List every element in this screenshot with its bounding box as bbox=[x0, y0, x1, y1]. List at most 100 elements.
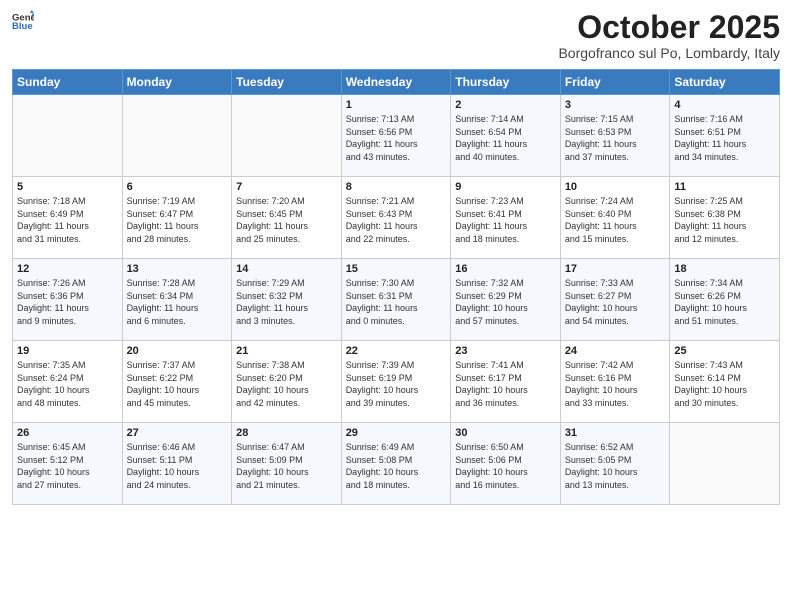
calendar-cell: 11 Sunrise: 7:25 AM Sunset: 6:38 PM Dayli… bbox=[670, 177, 780, 259]
day-number: 19 bbox=[17, 345, 118, 357]
cell-info-text: Sunrise: 7:34 AM Sunset: 6:26 PM Dayligh… bbox=[674, 277, 775, 327]
cell-info-text: Sunrise: 7:23 AM Sunset: 6:41 PM Dayligh… bbox=[455, 195, 556, 245]
day-number: 26 bbox=[17, 427, 118, 439]
day-number: 4 bbox=[674, 99, 775, 111]
cell-info-text: Sunrise: 7:38 AM Sunset: 6:20 PM Dayligh… bbox=[236, 359, 337, 409]
calendar-cell: 21 Sunrise: 7:38 AM Sunset: 6:20 PM Dayli… bbox=[232, 341, 342, 423]
day-number: 24 bbox=[565, 345, 666, 357]
calendar-cell: 14 Sunrise: 7:29 AM Sunset: 6:32 PM Dayli… bbox=[232, 259, 342, 341]
day-number: 27 bbox=[127, 427, 228, 439]
weekday-header-row: SundayMondayTuesdayWednesdayThursdayFrid… bbox=[13, 70, 780, 95]
day-number: 31 bbox=[565, 427, 666, 439]
weekday-header-friday: Friday bbox=[560, 70, 670, 95]
day-number: 25 bbox=[674, 345, 775, 357]
cell-info-text: Sunrise: 7:20 AM Sunset: 6:45 PM Dayligh… bbox=[236, 195, 337, 245]
calendar-cell: 24 Sunrise: 7:42 AM Sunset: 6:16 PM Dayli… bbox=[560, 341, 670, 423]
cell-info-text: Sunrise: 7:26 AM Sunset: 6:36 PM Dayligh… bbox=[17, 277, 118, 327]
cell-info-text: Sunrise: 7:24 AM Sunset: 6:40 PM Dayligh… bbox=[565, 195, 666, 245]
cell-info-text: Sunrise: 6:46 AM Sunset: 5:11 PM Dayligh… bbox=[127, 441, 228, 491]
calendar-cell: 28 Sunrise: 6:47 AM Sunset: 5:09 PM Dayli… bbox=[232, 423, 342, 505]
page-container: General Blue October 2025 Borgofranco su… bbox=[0, 0, 792, 513]
cell-info-text: Sunrise: 7:29 AM Sunset: 6:32 PM Dayligh… bbox=[236, 277, 337, 327]
day-number: 5 bbox=[17, 181, 118, 193]
calendar-week-row: 12Sunrise: 7:26 AM Sunset: 6:36 PM Dayli… bbox=[13, 259, 780, 341]
weekday-header-thursday: Thursday bbox=[451, 70, 561, 95]
header: General Blue October 2025 Borgofranco su… bbox=[12, 10, 780, 61]
cell-info-text: Sunrise: 7:43 AM Sunset: 6:14 PM Dayligh… bbox=[674, 359, 775, 409]
day-number: 9 bbox=[455, 181, 556, 193]
calendar-cell: 10 Sunrise: 7:24 AM Sunset: 6:40 PM Dayli… bbox=[560, 177, 670, 259]
cell-info-text: Sunrise: 7:37 AM Sunset: 6:22 PM Dayligh… bbox=[127, 359, 228, 409]
calendar-week-row: 1 Sunrise: 7:13 AM Sunset: 6:56 PM Daylig… bbox=[13, 95, 780, 177]
calendar-cell: 23 Sunrise: 7:41 AM Sunset: 6:17 PM Dayli… bbox=[451, 341, 561, 423]
cell-info-text: Sunrise: 7:39 AM Sunset: 6:19 PM Dayligh… bbox=[346, 359, 447, 409]
day-number: 15 bbox=[346, 263, 447, 275]
svg-text:Blue: Blue bbox=[12, 21, 33, 32]
day-number: 29 bbox=[346, 427, 447, 439]
cell-info-text: Sunrise: 7:33 AM Sunset: 6:27 PM Dayligh… bbox=[565, 277, 666, 327]
day-number: 7 bbox=[236, 181, 337, 193]
cell-info-text: Sunrise: 7:42 AM Sunset: 6:16 PM Dayligh… bbox=[565, 359, 666, 409]
day-number: 8 bbox=[346, 181, 447, 193]
cell-info-text: Sunrise: 7:32 AM Sunset: 6:29 PM Dayligh… bbox=[455, 277, 556, 327]
cell-info-text: Sunrise: 6:45 AM Sunset: 5:12 PM Dayligh… bbox=[17, 441, 118, 491]
calendar-cell: 7 Sunrise: 7:20 AM Sunset: 6:45 PM Daylig… bbox=[232, 177, 342, 259]
calendar-cell: 18 Sunrise: 7:34 AM Sunset: 6:26 PM Dayli… bbox=[670, 259, 780, 341]
calendar-cell: 31Sunrise: 6:52 AM Sunset: 5:05 PM Dayli… bbox=[560, 423, 670, 505]
cell-info-text: Sunrise: 7:28 AM Sunset: 6:34 PM Dayligh… bbox=[127, 277, 228, 327]
location-title: Borgofranco sul Po, Lombardy, Italy bbox=[558, 45, 780, 61]
cell-info-text: Sunrise: 7:14 AM Sunset: 6:54 PM Dayligh… bbox=[455, 113, 556, 163]
day-number: 11 bbox=[674, 181, 775, 193]
day-number: 14 bbox=[236, 263, 337, 275]
cell-info-text: Sunrise: 6:50 AM Sunset: 5:06 PM Dayligh… bbox=[455, 441, 556, 491]
calendar-cell: 6 Sunrise: 7:19 AM Sunset: 6:47 PM Daylig… bbox=[122, 177, 232, 259]
day-number: 18 bbox=[674, 263, 775, 275]
calendar-cell: 26 Sunrise: 6:45 AM Sunset: 5:12 PM Dayli… bbox=[13, 423, 123, 505]
day-number: 6 bbox=[127, 181, 228, 193]
day-number: 28 bbox=[236, 427, 337, 439]
calendar-cell: 12Sunrise: 7:26 AM Sunset: 6:36 PM Dayli… bbox=[13, 259, 123, 341]
cell-info-text: Sunrise: 7:30 AM Sunset: 6:31 PM Dayligh… bbox=[346, 277, 447, 327]
calendar-cell: 5 Sunrise: 7:18 AM Sunset: 6:49 PM Daylig… bbox=[13, 177, 123, 259]
calendar-table: SundayMondayTuesdayWednesdayThursdayFrid… bbox=[12, 69, 780, 505]
day-number: 21 bbox=[236, 345, 337, 357]
weekday-header-monday: Monday bbox=[122, 70, 232, 95]
day-number: 20 bbox=[127, 345, 228, 357]
cell-info-text: Sunrise: 7:13 AM Sunset: 6:56 PM Dayligh… bbox=[346, 113, 447, 163]
cell-info-text: Sunrise: 7:25 AM Sunset: 6:38 PM Dayligh… bbox=[674, 195, 775, 245]
cell-info-text: Sunrise: 7:16 AM Sunset: 6:51 PM Dayligh… bbox=[674, 113, 775, 163]
calendar-cell: 22 Sunrise: 7:39 AM Sunset: 6:19 PM Dayli… bbox=[341, 341, 451, 423]
month-title: October 2025 bbox=[558, 10, 780, 45]
calendar-cell: 8 Sunrise: 7:21 AM Sunset: 6:43 PM Daylig… bbox=[341, 177, 451, 259]
cell-info-text: Sunrise: 7:19 AM Sunset: 6:47 PM Dayligh… bbox=[127, 195, 228, 245]
day-number: 23 bbox=[455, 345, 556, 357]
day-number: 1 bbox=[346, 99, 447, 111]
calendar-cell: 27 Sunrise: 6:46 AM Sunset: 5:11 PM Dayli… bbox=[122, 423, 232, 505]
logo-icon: General Blue bbox=[12, 10, 34, 32]
day-number: 2 bbox=[455, 99, 556, 111]
cell-info-text: Sunrise: 7:18 AM Sunset: 6:49 PM Dayligh… bbox=[17, 195, 118, 245]
calendar-cell: 17Sunrise: 7:33 AM Sunset: 6:27 PM Dayli… bbox=[560, 259, 670, 341]
calendar-week-row: 26 Sunrise: 6:45 AM Sunset: 5:12 PM Dayli… bbox=[13, 423, 780, 505]
calendar-cell: 13Sunrise: 7:28 AM Sunset: 6:34 PM Dayli… bbox=[122, 259, 232, 341]
calendar-cell bbox=[122, 95, 232, 177]
title-block: October 2025 Borgofranco sul Po, Lombard… bbox=[558, 10, 780, 61]
calendar-cell: 30Sunrise: 6:50 AM Sunset: 5:06 PM Dayli… bbox=[451, 423, 561, 505]
cell-info-text: Sunrise: 7:21 AM Sunset: 6:43 PM Dayligh… bbox=[346, 195, 447, 245]
calendar-cell: 16 Sunrise: 7:32 AM Sunset: 6:29 PM Dayli… bbox=[451, 259, 561, 341]
calendar-cell: 20 Sunrise: 7:37 AM Sunset: 6:22 PM Dayli… bbox=[122, 341, 232, 423]
calendar-cell: 3Sunrise: 7:15 AM Sunset: 6:53 PM Daylig… bbox=[560, 95, 670, 177]
calendar-cell: 29Sunrise: 6:49 AM Sunset: 5:08 PM Dayli… bbox=[341, 423, 451, 505]
cell-info-text: Sunrise: 7:35 AM Sunset: 6:24 PM Dayligh… bbox=[17, 359, 118, 409]
cell-info-text: Sunrise: 6:47 AM Sunset: 5:09 PM Dayligh… bbox=[236, 441, 337, 491]
weekday-header-sunday: Sunday bbox=[13, 70, 123, 95]
day-number: 16 bbox=[455, 263, 556, 275]
day-number: 10 bbox=[565, 181, 666, 193]
calendar-cell: 1 Sunrise: 7:13 AM Sunset: 6:56 PM Daylig… bbox=[341, 95, 451, 177]
cell-info-text: Sunrise: 7:41 AM Sunset: 6:17 PM Dayligh… bbox=[455, 359, 556, 409]
calendar-cell: 15 Sunrise: 7:30 AM Sunset: 6:31 PM Dayli… bbox=[341, 259, 451, 341]
day-number: 22 bbox=[346, 345, 447, 357]
calendar-cell: 9 Sunrise: 7:23 AM Sunset: 6:41 PM Daylig… bbox=[451, 177, 561, 259]
weekday-header-saturday: Saturday bbox=[670, 70, 780, 95]
calendar-cell: 2 Sunrise: 7:14 AM Sunset: 6:54 PM Daylig… bbox=[451, 95, 561, 177]
